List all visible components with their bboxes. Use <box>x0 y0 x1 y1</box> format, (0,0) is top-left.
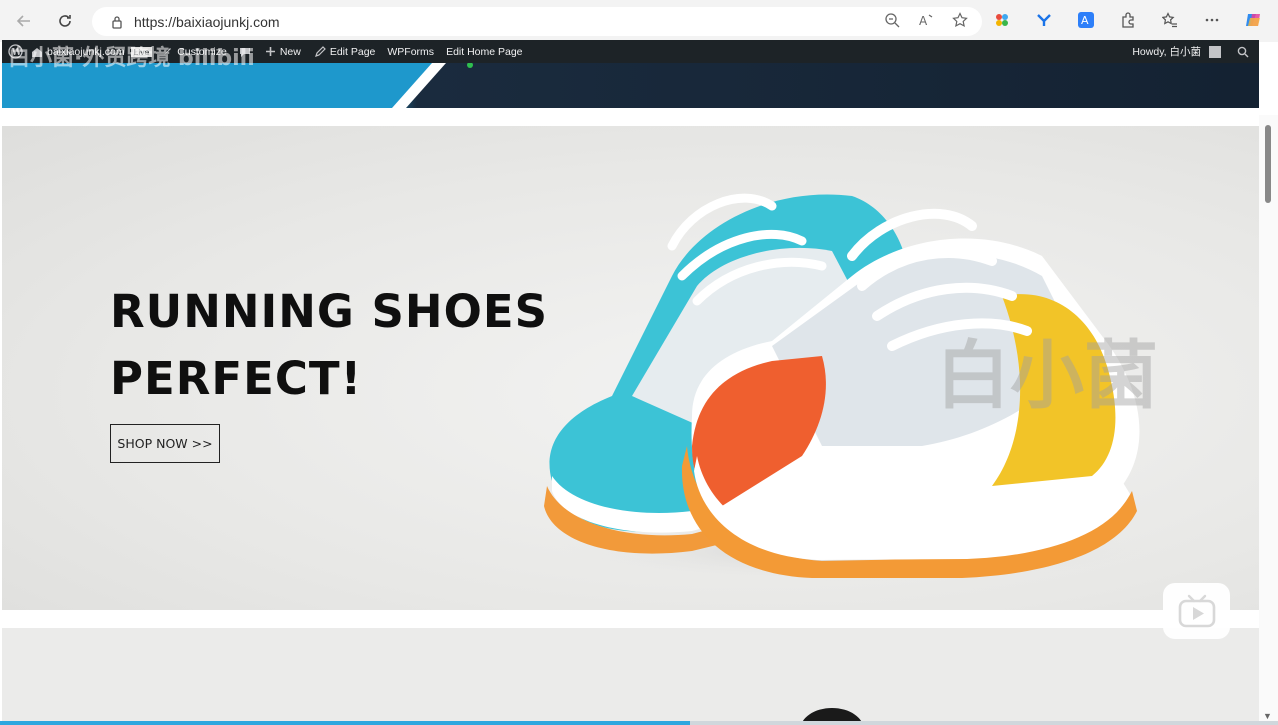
zoom-icon[interactable] <box>884 12 900 28</box>
video-progress-fill <box>0 721 691 725</box>
wp-edit-home-page[interactable]: Edit Home Page <box>446 46 522 58</box>
video-progress-bar[interactable] <box>0 721 1278 725</box>
shop-now-button[interactable]: SHOP NOW >> <box>110 424 220 463</box>
extension-y-icon[interactable] <box>1032 8 1056 32</box>
watermark-text: 白小菌 <box>936 333 1158 419</box>
url-text[interactable]: https://baixiaojunkj.com <box>134 14 280 30</box>
video-play-button[interactable] <box>1163 583 1230 639</box>
read-aloud-icon[interactable]: A <box>918 12 934 28</box>
extensions-puzzle-icon[interactable] <box>1116 8 1140 32</box>
pencil-icon <box>314 46 326 57</box>
bilibili-watermark: 白小菌·外贸跨境 bilibili <box>8 46 255 71</box>
wp-wpforms[interactable]: WPForms <box>387 46 434 58</box>
browser-toolbar: https://baixiaojunkj.com A A <box>0 0 1278 42</box>
hero-title: RUNNING SHOES PERFECT! <box>110 278 548 412</box>
extension-colorful-icon[interactable] <box>990 8 1014 32</box>
address-bar[interactable]: https://baixiaojunkj.com A <box>92 7 982 36</box>
wp-new[interactable]: New <box>265 46 301 58</box>
back-icon[interactable] <box>10 7 38 35</box>
hero-banner: RUNNING SHOES PERFECT! SHOP NOW >> 白小菌 <box>2 126 1259 610</box>
hero-title-line-1: RUNNING SHOES <box>110 285 548 338</box>
favorite-star-icon[interactable] <box>952 12 968 28</box>
next-section <box>2 628 1259 725</box>
svg-text:A: A <box>1081 14 1089 27</box>
reload-icon[interactable] <box>51 7 79 35</box>
scroll-down-arrow-icon[interactable]: ▼ <box>1263 711 1272 721</box>
copilot-icon[interactable] <box>1242 8 1266 32</box>
wp-edit-page[interactable]: Edit Page <box>314 46 375 58</box>
svg-text:A: A <box>919 14 928 28</box>
search-icon[interactable] <box>1237 46 1249 58</box>
wp-howdy[interactable]: Howdy, 白小菌 <box>1132 44 1201 59</box>
avatar[interactable] <box>1209 45 1221 58</box>
web-page: W baixiaojunkj.com Live Customize New Ed… <box>2 40 1259 725</box>
page-scrollbar[interactable]: ▼ <box>1259 115 1278 725</box>
extension-translate-icon[interactable]: A <box>1074 8 1098 32</box>
bilibili-tv-icon <box>1178 594 1215 628</box>
favorites-icon[interactable] <box>1158 8 1182 32</box>
hero-title-line-2: PERFECT! <box>110 352 363 405</box>
lock-icon[interactable] <box>110 15 124 29</box>
scrollbar-thumb[interactable] <box>1265 125 1271 203</box>
more-menu-icon[interactable] <box>1200 8 1224 32</box>
plus-icon <box>265 47 275 56</box>
